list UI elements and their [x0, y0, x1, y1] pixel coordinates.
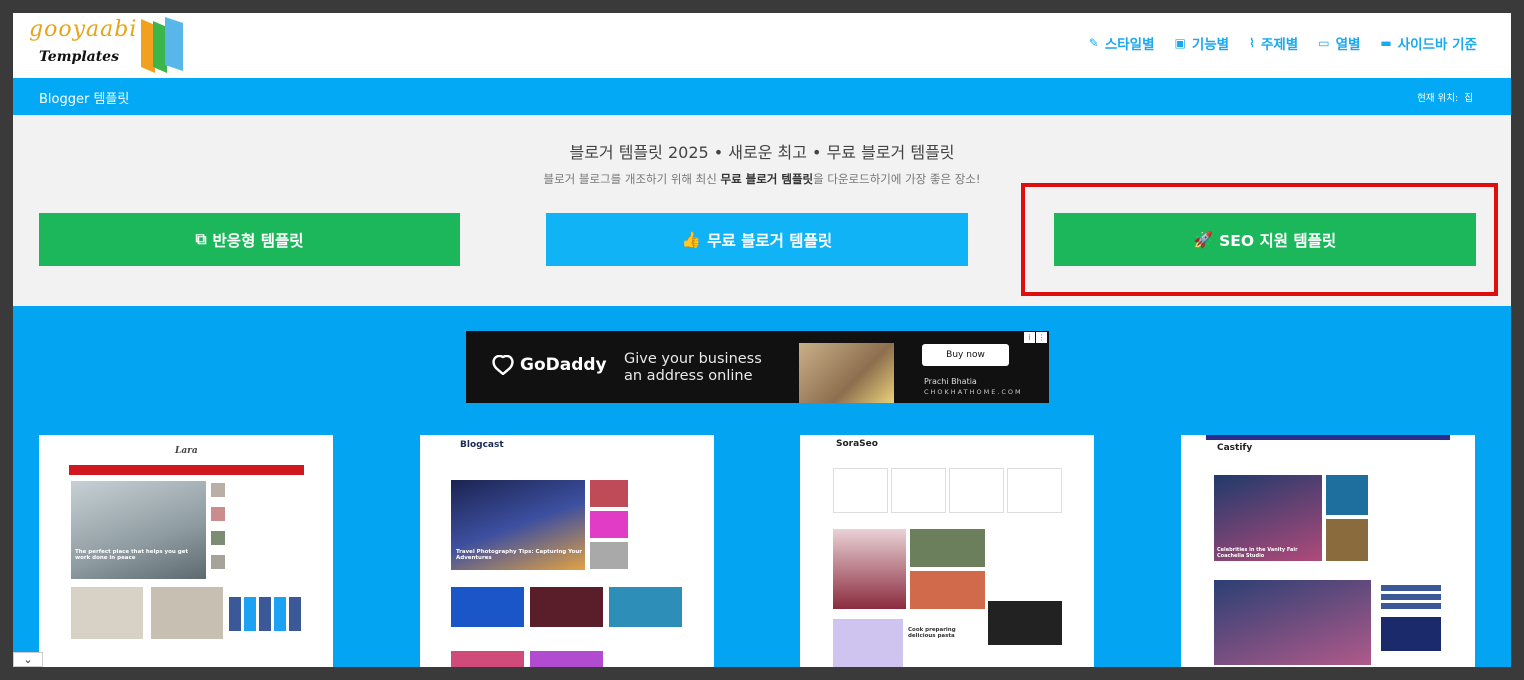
location-label: 현재 위치:: [1417, 93, 1459, 104]
thumb: [451, 587, 524, 627]
thumb: [590, 511, 628, 538]
feature-box: [891, 468, 946, 513]
hero-section: 블로거 템플릿 2025 • 새로운 최고 • 무료 블로거 템플릿 블로거 블…: [13, 115, 1511, 306]
logo-wordmark: gooyaabi: [29, 17, 138, 42]
thumb: [1326, 519, 1368, 561]
briefcase-icon: ▣: [1174, 36, 1186, 50]
ad-brand: GoDaddy: [492, 355, 607, 375]
thumb: [590, 480, 628, 507]
nav-item-3[interactable]: ▭ 열별: [1318, 33, 1360, 53]
thumbs-up-icon: 👍: [681, 230, 702, 249]
thumb: [1326, 475, 1368, 515]
thumb: [451, 651, 524, 667]
thumb: [530, 651, 603, 667]
template-card-soraseo[interactable]: SoraSeo Cook preparing delicious pasta: [800, 435, 1094, 667]
follow-block: [1381, 585, 1441, 611]
template-card-blogcast[interactable]: Blogcast Travel Photography Tips: Captur…: [420, 435, 714, 667]
card-icon: ▬: [1380, 36, 1392, 50]
browser-viewport: gooyaabi Templates ✎ 스타일별 ▣ 기능별 ⌇ 주제별 ▭ 열별 ▬ 사이드바…: [13, 13, 1511, 667]
thumb: [910, 571, 985, 609]
responsive-templates-button[interactable]: ⧉ 반응형 템플릿: [39, 213, 460, 266]
nav-item-label: 스타일별: [1104, 37, 1155, 53]
thumb: [833, 529, 906, 609]
template-gallery: GoDaddy Give your business an address on…: [13, 306, 1511, 667]
page-title: Blogger 템플릿: [39, 92, 130, 107]
nav-item-0[interactable]: ✎ 스타일별: [1089, 33, 1155, 53]
nav-item-label: 사이드바 기준: [1397, 37, 1477, 53]
video-thumb: [988, 601, 1062, 645]
nav-item-label: 기능별: [1191, 37, 1230, 53]
ad-person-name: Prachi Bhatia: [924, 377, 977, 386]
thumb: [211, 531, 225, 545]
thumb: [609, 587, 682, 627]
site-header: gooyaabi Templates ✎ 스타일별 ▣ 기능별 ⌇ 주제별 ▭ 열별 ▬ 사이드바…: [13, 13, 1511, 78]
ad-close-icon[interactable]: ⋮: [1036, 332, 1047, 343]
chevron-down-icon[interactable]: ⌄: [13, 652, 43, 667]
logo-subtitle: Templates: [39, 49, 119, 65]
nav-item-2[interactable]: ⌇ 주제별: [1249, 33, 1298, 53]
thumb: [211, 507, 225, 521]
thumb: [71, 587, 143, 639]
ad-buy-button[interactable]: Buy now: [922, 344, 1009, 366]
nav-item-label: 주제별: [1260, 37, 1299, 53]
template-navbar: [69, 465, 304, 475]
hero-subtitle-bold: 무료 블로거 템플릿: [720, 172, 814, 186]
ad-copy-line2: an address online: [624, 368, 753, 384]
template-headline: The perfect place that helps you get wor…: [75, 549, 189, 561]
site-logo[interactable]: gooyaabi Templates: [27, 15, 197, 75]
logo-book-icon: [141, 17, 183, 73]
brush-icon: ✎: [1088, 36, 1099, 50]
breadcrumb: Blogger 템플릿 현재 위치: 집: [13, 78, 1511, 115]
template-headline: Cook preparing delicious pasta: [908, 627, 956, 639]
hero-subtitle-post: 을 다운로드하기에 가장 좋은 장소!: [813, 172, 981, 186]
template-card-castify[interactable]: Castify Celebrities in the Vanity Fair C…: [1181, 435, 1475, 667]
ad-brand-name: GoDaddy: [520, 355, 607, 375]
template-topbar: [1206, 435, 1450, 440]
template-headline: Celebrities in the Vanity Fair Coachella…: [1217, 547, 1298, 559]
button-label: 무료 블로거 템플릿: [707, 231, 833, 250]
feature-box: [949, 468, 1004, 513]
template-name: Castify: [1217, 443, 1253, 453]
nav-item-label: 열별: [1335, 37, 1361, 53]
nav-item-1[interactable]: ▣ 기능별: [1175, 33, 1230, 53]
ad-site: CHOKHATHOME.COM: [924, 388, 1023, 396]
ad-info-icon[interactable]: i: [1024, 332, 1035, 343]
feature-box: [1007, 468, 1062, 513]
social-plugin-block: [229, 597, 301, 631]
ad-copy-line1: Give your business: [624, 351, 762, 367]
template-name: Lara: [175, 446, 198, 456]
main-nav: ✎ 스타일별 ▣ 기능별 ⌇ 주제별 ▭ 열별 ▬ 사이드바 기준: [1089, 33, 1477, 53]
paperclip-icon: ⌇: [1249, 36, 1255, 50]
free-blogger-templates-button[interactable]: 👍 무료 블로거 템플릿: [546, 213, 968, 266]
window-icon: ▭: [1318, 36, 1330, 50]
template-name: Blogcast: [460, 440, 504, 450]
feature-box: [833, 468, 888, 513]
current-location: 현재 위치: 집: [1417, 90, 1473, 104]
thumb: [151, 587, 223, 639]
template-headline: Travel Photography Tips: Capturing Your …: [456, 549, 582, 561]
responsive-icon: ⧉: [195, 230, 207, 248]
advertisement-banner[interactable]: GoDaddy Give your business an address on…: [466, 331, 1049, 403]
thumb: [1381, 617, 1441, 651]
thumb: [590, 542, 628, 569]
ad-photo: [799, 343, 894, 403]
thumb: [833, 619, 903, 667]
ad-copy: Give your business an address online: [624, 351, 762, 385]
thumb: [211, 483, 225, 497]
highlight-box: [1021, 183, 1498, 296]
thumb: [1214, 580, 1371, 665]
hero-subtitle-pre: 블로거 블로그를 개조하기 위해 최신: [543, 172, 721, 186]
thumb: [211, 555, 225, 569]
thumb: [910, 529, 985, 567]
template-name: SoraSeo: [836, 439, 878, 449]
template-card-lara[interactable]: Lara The perfect place that helps you ge…: [39, 435, 333, 667]
nav-item-4[interactable]: ▬ 사이드바 기준: [1380, 33, 1477, 53]
godaddy-logo-icon: [492, 355, 514, 375]
button-label: 반응형 템플릿: [212, 231, 304, 250]
template-hero-image: [71, 481, 206, 579]
thumb: [530, 587, 603, 627]
home-link[interactable]: 집: [1464, 90, 1473, 104]
ad-choices[interactable]: i ⋮: [1024, 332, 1047, 343]
hero-title: 블로거 템플릿 2025 • 새로운 최고 • 무료 블로거 템플릿: [569, 143, 955, 162]
